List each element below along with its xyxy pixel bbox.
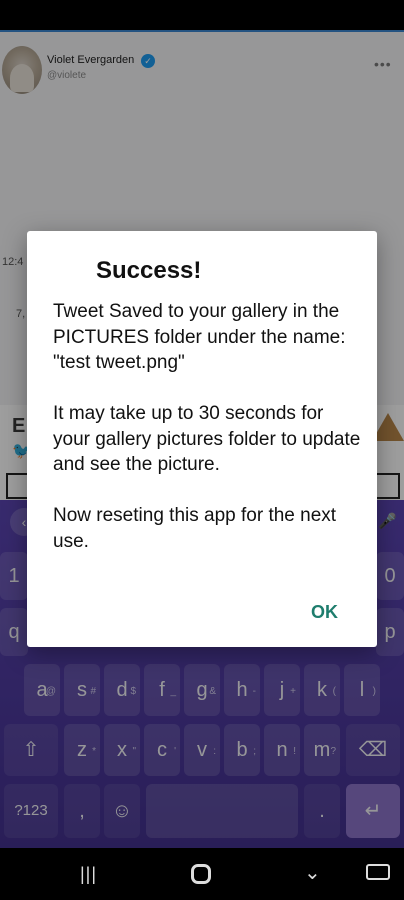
status-bar bbox=[0, 0, 404, 30]
dialog-title: Success! bbox=[96, 257, 202, 284]
ok-button[interactable]: OK bbox=[311, 602, 338, 623]
dialog-message: Tweet Saved to your gallery in the PICTU… bbox=[53, 301, 361, 552]
recent-apps-icon[interactable]: ||| bbox=[80, 864, 97, 885]
navigation-bar: ||| ⌄ bbox=[0, 848, 404, 900]
keyboard-switch-icon[interactable] bbox=[366, 864, 390, 880]
success-dialog: Success! Tweet Saved to your gallery in … bbox=[27, 231, 377, 647]
home-icon[interactable] bbox=[191, 864, 211, 884]
back-chevron-icon[interactable]: ⌄ bbox=[304, 860, 321, 885]
